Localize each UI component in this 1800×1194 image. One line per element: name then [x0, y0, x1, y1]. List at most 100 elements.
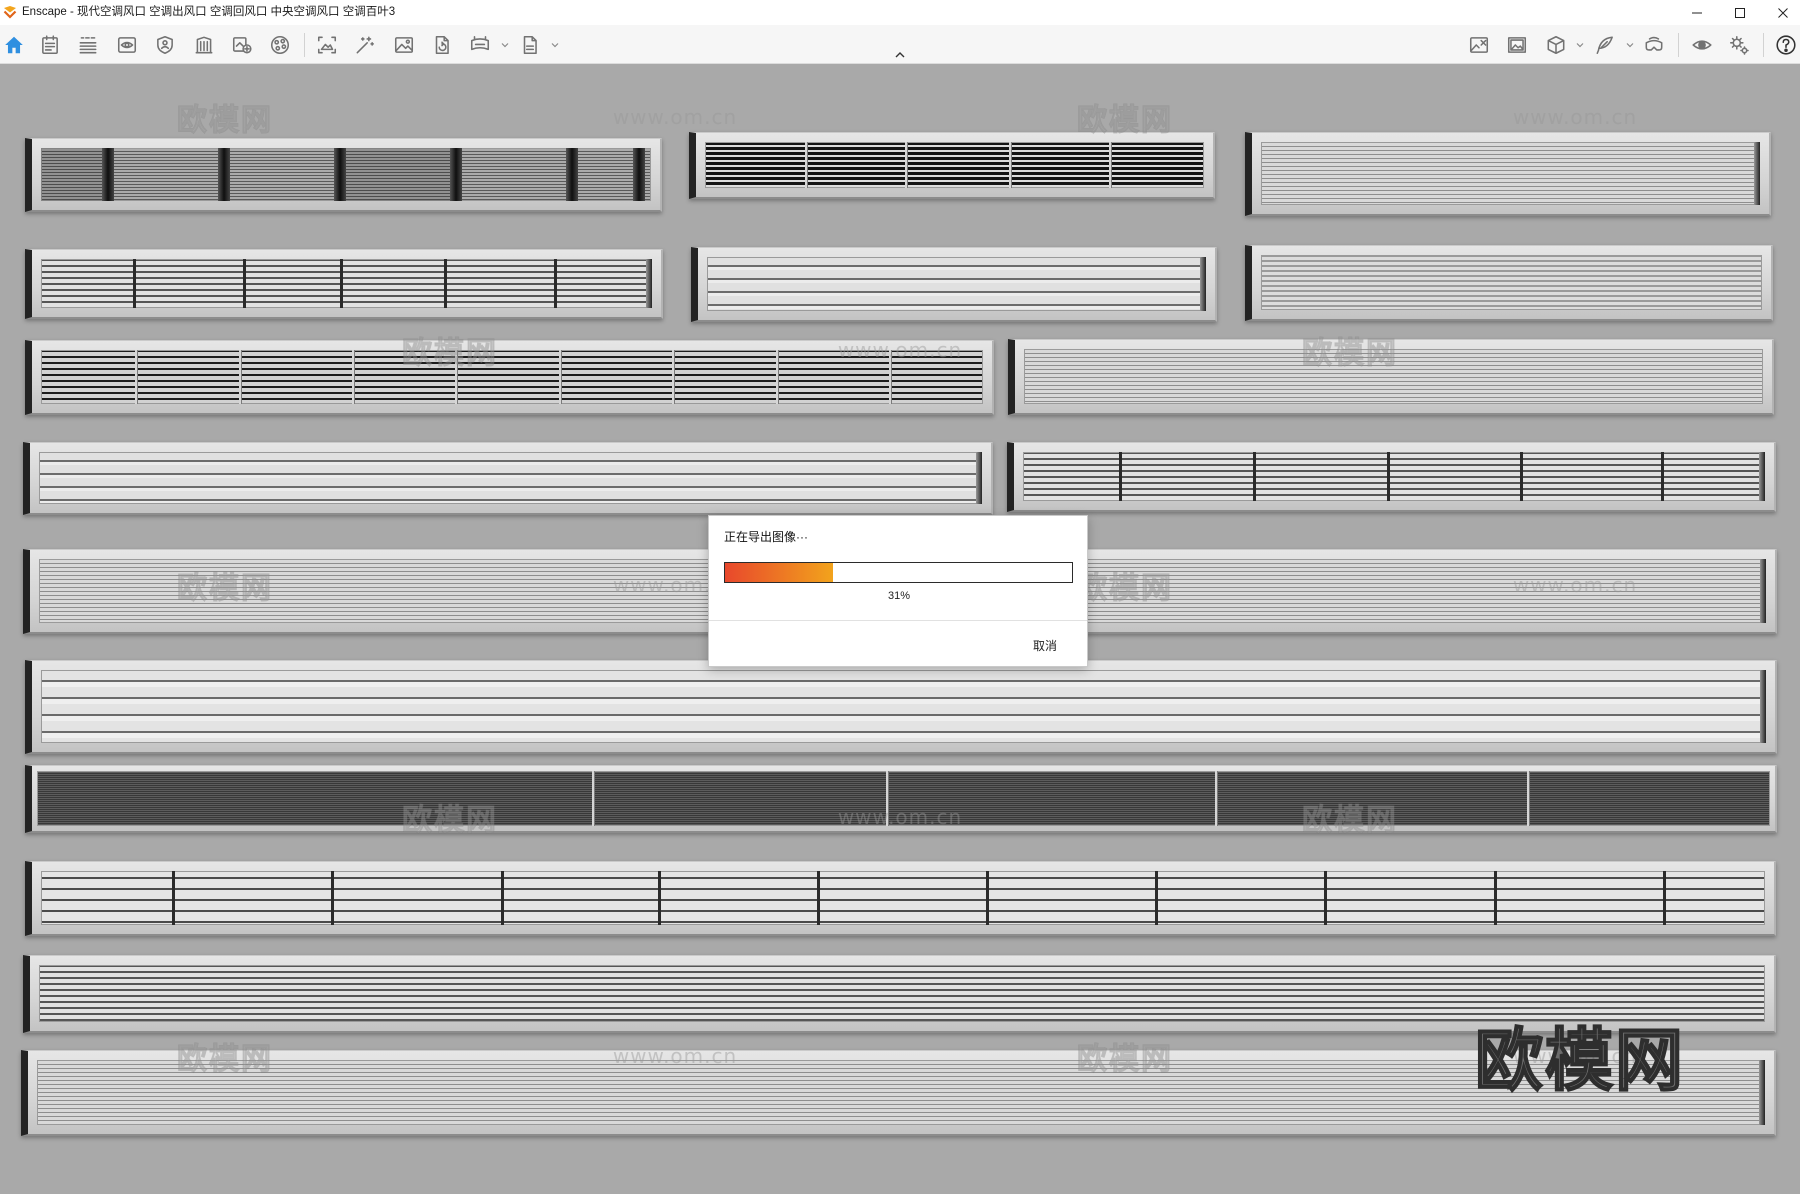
grille-divider: [1386, 452, 1390, 501]
grille-divider: [1119, 452, 1123, 501]
toolbar-separator: [1678, 33, 1679, 57]
grille-divider: [1520, 452, 1524, 501]
cube-button[interactable]: [1543, 32, 1569, 58]
add-view-button[interactable]: [229, 32, 255, 58]
grille-block: [102, 148, 114, 201]
grille-slats: [705, 142, 1204, 188]
watermark-logo: 欧模网: [402, 803, 498, 839]
bim-info-button[interactable]: [75, 32, 101, 58]
material-editor-button[interactable]: [267, 32, 293, 58]
chevron-down-icon[interactable]: [1625, 40, 1635, 50]
vent-grille: [691, 247, 1217, 322]
grille-block: [333, 148, 346, 201]
close-button[interactable]: [1768, 0, 1798, 25]
minimize-icon: [1692, 12, 1702, 13]
screenshot-icon: [317, 36, 337, 54]
building-button[interactable]: [191, 32, 217, 58]
grille-divider: [559, 350, 562, 404]
add-view-icon: [232, 37, 252, 54]
help-icon: [1776, 35, 1796, 55]
grille-block: [632, 148, 645, 201]
grille-divider: [1253, 452, 1257, 501]
grille-divider: [444, 259, 448, 308]
grille-end-cap: [976, 452, 982, 504]
grille-block: [449, 148, 462, 201]
watermark-logo: 欧模网: [1077, 571, 1173, 607]
maximize-button[interactable]: [1725, 0, 1755, 25]
cancel-button[interactable]: 取消: [1024, 636, 1066, 656]
help-button[interactable]: [1773, 32, 1799, 58]
grille-divider: [1663, 871, 1667, 925]
grille-end-cap: [1754, 142, 1760, 205]
grille-divider: [554, 259, 558, 308]
grille-divider: [351, 350, 354, 404]
settings-button[interactable]: [1726, 32, 1752, 58]
watermark-logo: 欧模网: [177, 1042, 273, 1078]
grille-divider: [340, 259, 344, 308]
eye-icon: [1692, 40, 1712, 50]
asset-library-button[interactable]: [152, 32, 178, 58]
asset-library-icon: [157, 35, 173, 55]
vent-grille: [25, 660, 1777, 754]
panorama-button[interactable]: [467, 32, 493, 58]
maximize-icon: [1735, 7, 1745, 18]
watermark-url: www.om.cn: [612, 105, 738, 129]
chevron-down-icon[interactable]: [550, 40, 560, 50]
exe-export-button[interactable]: [517, 32, 543, 58]
grille-slats: [707, 257, 1206, 311]
export-document-button[interactable]: [429, 32, 455, 58]
chevron-down-icon[interactable]: [1575, 40, 1585, 50]
render-image-button[interactable]: [391, 32, 417, 58]
grille-end-cap: [1759, 1060, 1765, 1125]
toolbar-separator: [304, 33, 305, 57]
screenshot-button[interactable]: [314, 32, 340, 58]
export-progress-bar: [724, 562, 1073, 583]
magic-wand-button[interactable]: [352, 32, 378, 58]
gallery-button[interactable]: [1504, 32, 1530, 58]
vr-headset-button[interactable]: [1641, 32, 1667, 58]
minimize-button[interactable]: [1682, 0, 1712, 25]
grille-divider: [1109, 142, 1112, 188]
title-bar[interactable]: Enscape - 现代空调风口 空调出风口 空调回风口 中央空调风口 空调百叶…: [0, 0, 1800, 25]
watermark-logo: 欧模网: [177, 571, 273, 607]
dialog-title: 正在导出图像···: [724, 530, 808, 544]
grille-divider: [330, 871, 334, 925]
chevron-up-icon[interactable]: [893, 50, 907, 60]
grille-end-cap: [1200, 257, 1206, 311]
watermark-url: www.om.cn: [1512, 105, 1638, 129]
views-button[interactable]: [114, 32, 140, 58]
grille-divider: [1009, 142, 1012, 188]
exe-export-icon: [523, 35, 537, 55]
watermark-logo: 欧模网: [1077, 1042, 1173, 1078]
grille-divider: [591, 771, 594, 826]
chevron-down-icon[interactable]: [500, 40, 510, 50]
close-icon: [1778, 7, 1788, 18]
grille-end-cap: [1760, 670, 1766, 743]
grille-divider: [658, 871, 662, 925]
site-context-button[interactable]: [1466, 32, 1492, 58]
grille-divider: [1154, 871, 1158, 925]
home-icon: [5, 36, 23, 54]
grille-block: [217, 148, 230, 201]
grille-divider: [135, 350, 138, 404]
visual-settings-button[interactable]: [1689, 32, 1715, 58]
view-eye-icon: [117, 37, 137, 53]
grille-divider: [1215, 771, 1218, 826]
watermark-url: www.om.cn: [1512, 573, 1638, 597]
grille-divider: [985, 871, 989, 925]
building-icon: [195, 36, 213, 54]
home-button[interactable]: [1, 32, 27, 58]
vent-grille: [1245, 245, 1773, 321]
magic-wand-icon: [356, 36, 375, 54]
vent-grille: [1007, 442, 1776, 512]
dialog-divider: [709, 620, 1087, 621]
notes-icon: [42, 35, 58, 55]
vent-grille: [23, 442, 993, 515]
material-palette-icon: [270, 35, 290, 55]
watermark-logo: 欧模网: [1077, 103, 1173, 139]
feather-button[interactable]: [1592, 32, 1618, 58]
grille-slats: [41, 670, 1766, 743]
gallery-icon: [1507, 37, 1527, 53]
notes-button[interactable]: [37, 32, 63, 58]
watermark-logo-large: 欧模网: [1474, 1021, 1686, 1102]
